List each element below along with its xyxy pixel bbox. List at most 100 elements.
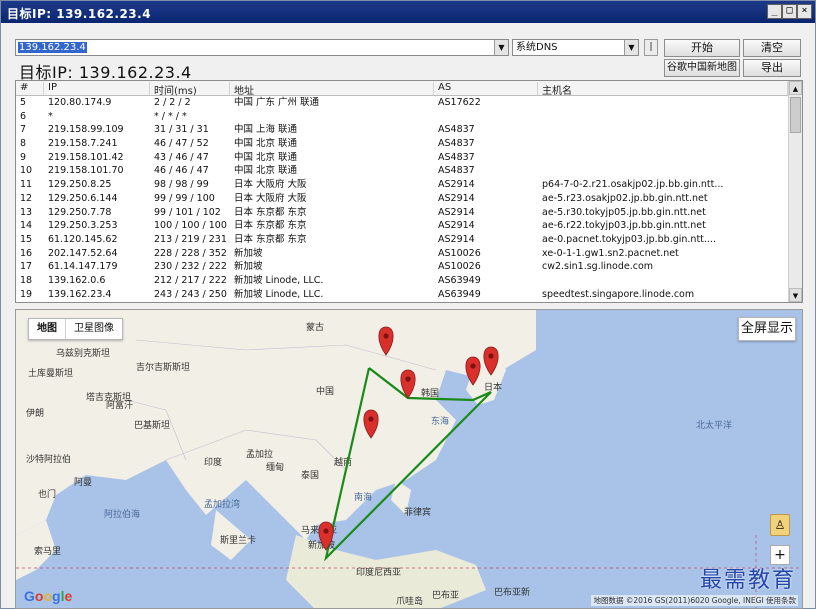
map-place-label: 东海 [431,415,449,427]
window-title: 目标IP: 139.162.23.4 [7,7,152,21]
column-header-hostname[interactable]: 主机名 [538,82,788,97]
map-place-label: 沙特阿拉伯 [26,453,71,465]
cell-num: 11 [20,179,33,191]
cell-hostname: ae-5.r23.osakjp02.jp.bb.gin.ntt.net [542,192,708,204]
cell-time: 43 / 46 / 47 [154,151,209,163]
table-row[interactable]: 9 219.158.101.42 43 / 46 / 47 中国 北京 联通 AS483… [16,151,788,165]
cell-ip: 219.158.99.109 [48,124,124,136]
cell-as: AS2914 [438,179,475,191]
table-row[interactable]: 8 219.158.7.241 46 / 47 / 52 中国 北京 联通 AS4837 [16,137,788,151]
cell-time: 98 / 98 / 99 [154,179,209,191]
cell-as: AS4837 [438,138,475,150]
cell-num: 10 [20,165,33,177]
cell-num: 13 [20,206,33,218]
cell-time: 99 / 99 / 100 [154,192,215,204]
cell-address: 新加坡 [234,247,263,259]
column-header-as[interactable]: AS [434,82,538,95]
scroll-up-icon[interactable]: ▲ [789,81,802,95]
cell-ip: 139.162.0.6 [48,274,106,286]
table-row[interactable]: 13 129.250.7.78 99 / 101 / 102 日本 东京都 东京 AS2… [16,206,788,220]
export-button[interactable]: 导出 [743,59,801,77]
cell-num: 14 [20,220,33,232]
map-place-label: 索马里 [34,545,61,557]
chevron-down-icon[interactable]: ▼ [624,40,638,55]
table-row[interactable]: 16 202.147.52.64 228 / 228 / 352 新加坡 AS10026… [16,247,788,261]
clear-button[interactable]: 清空 [743,39,801,57]
chevron-down-icon[interactable]: ▼ [494,40,508,55]
map-view[interactable]: 哈萨克斯坦蒙古乌兹别克斯坦土库曼斯坦吉尔吉斯斯坦塔吉克斯坦伊朗阿富汗巴基斯坦中国… [15,309,803,609]
table-row[interactable]: 11 129.250.8.25 98 / 98 / 99 日本 大阪府 大阪 AS291… [16,178,788,192]
scroll-down-icon[interactable]: ▼ [789,288,802,302]
table-header: # IP 时间(ms) 地址 AS 主机名 [16,81,788,97]
cell-ip: 129.250.7.78 [48,206,112,218]
target-ip-input[interactable]: 139.162.23.4 ▼ [15,39,509,56]
cell-time: 46 / 46 / 47 [154,165,209,177]
logo-letter: G [24,588,35,604]
cell-address: 中国 广东 广州 联通 [234,97,320,108]
table-row[interactable]: 12 129.250.6.144 99 / 99 / 100 日本 大阪府 大阪 AS2… [16,192,788,206]
map-place-label: 也门 [38,488,56,500]
toolbar: 139.162.23.4 ▼ 系统DNS ▼ | 开始 清空 谷歌中国新地图 导… [1,23,815,82]
maximize-button[interactable]: □ [782,4,797,19]
cell-address: 日本 东京都 东京 [234,220,307,232]
cell-address: 新加坡 Linode, LLC. [234,274,324,286]
table-scrollbar[interactable]: ▲ ▼ [788,81,802,302]
map-place-label: 阿曼 [74,477,92,488]
table-row[interactable]: 14 129.250.3.253 100 / 100 / 100 日本 东京都 东京 A… [16,219,788,233]
cell-hostname: ae-5.r30.tokyjp05.jp.bb.gin.ntt.net [542,206,706,218]
cell-num: 6 [20,110,27,122]
table-row[interactable]: 7 219.158.99.109 31 / 31 / 31 中国 上海 联通 AS483… [16,123,788,137]
cell-as: AS10026 [438,261,481,273]
cell-num: 8 [20,138,27,150]
column-header-address[interactable]: 地址 [230,82,434,97]
table-row[interactable]: 18 139.162.0.6 212 / 217 / 222 新加坡 Linode, … [16,274,788,288]
tab-map[interactable]: 地图 [29,319,66,339]
cell-hostname: ae-0.pacnet.tokyjp03.jp.bb.gin.ntt.... [542,233,716,245]
cell-as: AS63949 [438,288,481,300]
cell-ip: * [48,110,53,122]
table-row[interactable]: 17 61.14.147.179 230 / 232 / 222 新加坡 AS10026… [16,260,788,274]
cell-as: AS10026 [438,247,481,259]
cell-as: AS2914 [438,206,475,218]
app-window: 目标IP: 139.162.23.4 _ □ × 139.162.23.4 ▼ … [0,0,816,609]
column-header-num[interactable]: # [16,82,44,95]
cell-ip: 129.250.8.25 [48,179,112,191]
column-header-ip[interactable]: IP [44,82,150,95]
cell-hostname: cw2.sin1.sg.linode.com [542,261,654,273]
map-place-label: 韩国 [421,387,439,399]
table-row[interactable]: 5 120.80.174.9 2 / 2 / 2 中国 广东 广州 联通 AS17622 [16,96,788,110]
map-place-label: 蒙古 [306,321,324,333]
cell-num: 12 [20,192,33,204]
cell-time: 228 / 228 / 352 [154,247,227,259]
cell-time: * / * / * [154,110,187,122]
watermark: 最需教育 [699,568,796,593]
street-view-pegman-icon[interactable]: ♙ [770,514,790,536]
map-canvas: 哈萨克斯坦蒙古乌兹别克斯坦土库曼斯坦吉尔吉斯斯坦塔吉克斯坦伊朗阿富汗巴基斯坦中国… [16,310,802,608]
dns-select[interactable]: 系统DNS ▼ [512,39,639,56]
cell-address: 日本 大阪府 大阪 [234,179,307,191]
start-button[interactable]: 开始 [664,39,740,57]
minimize-button[interactable]: _ [767,4,782,19]
cell-time: 99 / 101 / 102 [154,206,221,218]
cell-num: 9 [20,151,27,163]
google-map-button[interactable]: 谷歌中国新地图 [664,59,740,77]
cell-num: 7 [20,124,27,136]
map-copyright[interactable]: 地图数据 ©2016 GS(2011)6020 Google, INEGI 使用… [591,595,798,606]
table-row[interactable]: 6 * * / * / * [16,110,788,124]
table-row[interactable]: 10 219.158.101.70 46 / 46 / 47 中国 北京 联通 AS48… [16,164,788,178]
cell-as: AS63949 [438,274,481,286]
cell-ip: 202.147.52.64 [48,247,118,259]
column-header-time[interactable]: 时间(ms) [150,82,230,97]
map-marker-dot [405,376,411,382]
fullscreen-button[interactable]: 全屏显示 [738,317,796,341]
close-button[interactable]: × [797,4,812,19]
map-place-label: 伊朗 [26,407,44,419]
options-button[interactable]: | [644,39,658,56]
table-row[interactable]: 19 139.162.23.4 243 / 243 / 250 新加坡 Linode,… [16,288,788,302]
table-row[interactable]: 15 61.120.145.62 213 / 219 / 231 日本 东京都 东京 A… [16,233,788,247]
cell-time: 100 / 100 / 100 [154,220,227,232]
map-place-label: 巴布亚 [432,589,459,601]
tab-satellite[interactable]: 卫星图像 [66,319,122,339]
scroll-thumb[interactable] [790,97,801,133]
cell-num: 17 [20,261,33,273]
